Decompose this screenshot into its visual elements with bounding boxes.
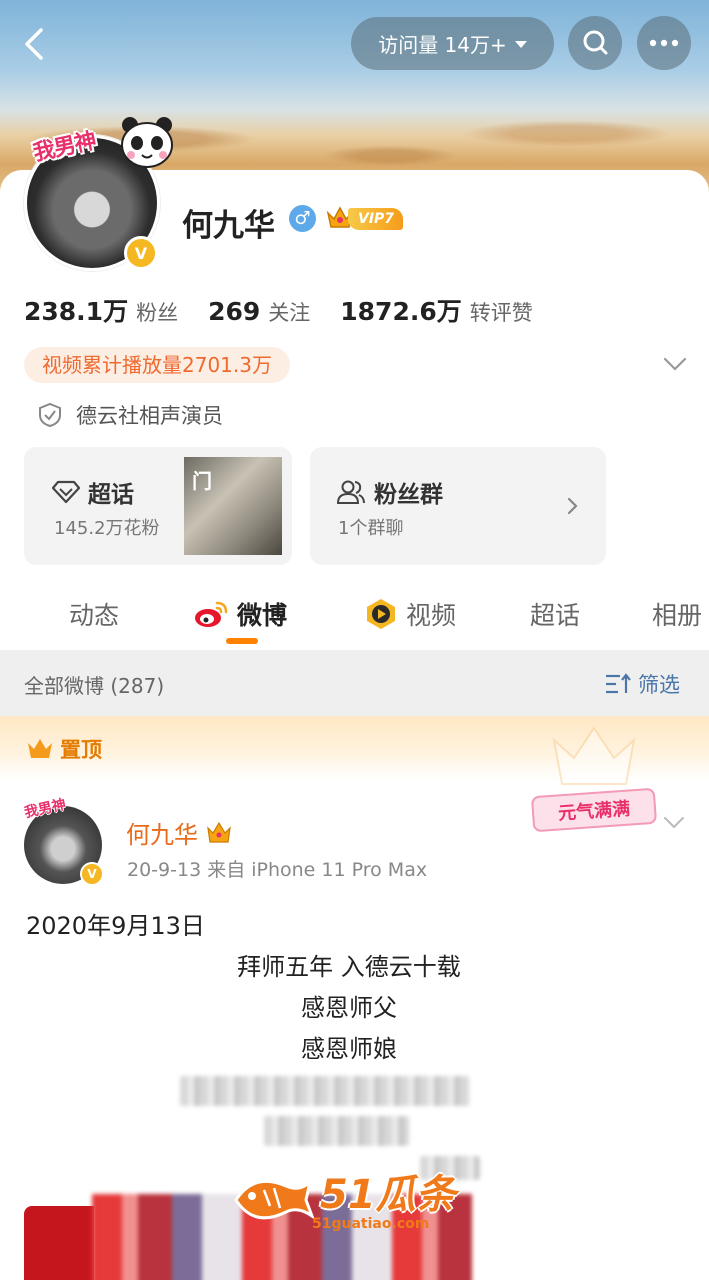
blurred-text	[264, 1116, 409, 1146]
diamond-icon	[52, 480, 80, 504]
chevron-down-icon[interactable]	[660, 352, 690, 376]
pinned-text: 置顶	[60, 738, 102, 762]
shield-icon	[39, 402, 61, 428]
followers-count[interactable]: 238.1万	[24, 292, 128, 328]
vip-badge[interactable]: VIP7	[326, 203, 404, 233]
super-topic-thumbnail: 门	[184, 457, 282, 555]
more-button[interactable]	[637, 16, 691, 70]
filter-label: 筛选	[638, 673, 680, 697]
followers-label[interactable]: 粉丝	[136, 297, 178, 327]
visit-count-button[interactable]: 访问量 14万+	[351, 17, 554, 70]
profile-tabs: 动态 微博 视频 超话 相册	[0, 580, 709, 648]
tab-super-topic-label: 超话	[530, 601, 581, 630]
site-watermark: 51瓜条 51guatiao.com	[230, 1158, 480, 1238]
interactions-count: 1872.6万	[340, 297, 462, 326]
panda-sticker-icon	[121, 117, 173, 168]
mood-sticker: 元气满满	[530, 787, 658, 833]
fan-group-tile[interactable]: 粉丝群 1个群聊	[310, 447, 606, 565]
watermark-brand: 51瓜条	[320, 1172, 456, 1218]
more-dots-icon	[649, 39, 679, 47]
certification-text: 德云社相声演员	[76, 404, 223, 428]
following-count[interactable]: 269	[208, 297, 260, 326]
post-line: 感恩师父	[301, 994, 397, 1022]
fish-logo-icon	[234, 1177, 316, 1221]
watermark-url: 51guatiao.com	[312, 1216, 430, 1232]
post-count-label: 全部微博 (287)	[24, 674, 165, 698]
search-icon	[583, 30, 608, 55]
crown-icon	[28, 739, 52, 758]
active-tab-indicator	[226, 638, 258, 644]
group-people-icon	[336, 480, 365, 504]
filter-sort-icon	[606, 673, 631, 694]
search-button[interactable]	[568, 16, 622, 70]
thumbnail-text: 门	[192, 469, 212, 493]
visit-count-label: 访问量 14万+	[378, 33, 507, 57]
tab-feed[interactable]: 动态	[69, 596, 119, 632]
tab-video-label: 视频	[406, 601, 457, 630]
certification-row: 德云社相声演员	[38, 400, 223, 430]
tab-weibo[interactable]: 微博	[193, 596, 287, 632]
interactions-label: 转评赞	[469, 301, 533, 325]
super-topic-title: 超话	[88, 482, 134, 508]
post-author[interactable]: 何九华	[126, 815, 232, 850]
profile-name: 何九华	[182, 208, 275, 244]
vip-crown-icon	[207, 821, 231, 843]
post-line: 拜师五年 入德云十载	[237, 953, 461, 981]
fan-group-subtitle: 1个群聊	[338, 518, 404, 539]
post-verified-badge: V	[80, 862, 104, 886]
chevron-left-icon	[25, 28, 43, 60]
crown-decoration-icon	[552, 726, 636, 785]
tab-weibo-label: 微博	[237, 601, 288, 630]
post-meta: 20-9-13 来自 iPhone 11 Pro Max	[127, 859, 428, 881]
post-avatar[interactable]: 我男神 V	[23, 797, 108, 888]
tab-album[interactable]: 相册	[652, 596, 702, 632]
filter-button[interactable]: 筛选	[604, 669, 680, 699]
verified-badge: V	[124, 236, 158, 270]
pinned-label: 置顶	[26, 734, 102, 764]
pinned-bar: 置顶	[0, 716, 709, 785]
chevron-down-icon[interactable]	[660, 812, 688, 834]
super-topic-tile[interactable]: 超话 145.2万花粉 门	[24, 447, 292, 565]
fan-group-title: 粉丝群	[374, 482, 443, 508]
weibo-logo-icon	[195, 601, 228, 627]
profile-stats: 238.1万 粉丝 269 关注 1872.6万 转评赞	[24, 292, 533, 328]
following-label[interactable]: 关注	[268, 297, 310, 327]
post-line: 感恩师娘	[301, 1035, 397, 1063]
tab-album-label: 相册	[652, 601, 703, 630]
blurred-text	[180, 1076, 470, 1106]
super-topic-subtitle: 145.2万花粉	[54, 518, 160, 539]
caret-down-icon	[514, 41, 527, 48]
video-play-icon	[367, 599, 395, 629]
video-play-count-badge: 视频累计播放量2701.3万	[24, 347, 290, 383]
vip-level-label: VIP7	[348, 208, 404, 230]
media-image	[24, 1206, 94, 1280]
post-author-name: 何九华	[126, 821, 198, 849]
filter-bar: 全部微博 (287) 筛选	[0, 650, 709, 716]
tab-video[interactable]: 视频	[364, 596, 456, 632]
post-body: 2020年9月13日 拜师五年 入德云十载 感恩师父 感恩师娘	[26, 906, 686, 1070]
male-gender-icon: ♂	[289, 205, 316, 232]
chevron-right-icon	[567, 497, 578, 515]
back-button[interactable]	[14, 22, 54, 66]
tab-super-topic[interactable]: 超话	[530, 596, 580, 632]
post-line-date: 2020年9月13日	[26, 912, 205, 940]
tab-feed-label: 动态	[69, 601, 120, 630]
